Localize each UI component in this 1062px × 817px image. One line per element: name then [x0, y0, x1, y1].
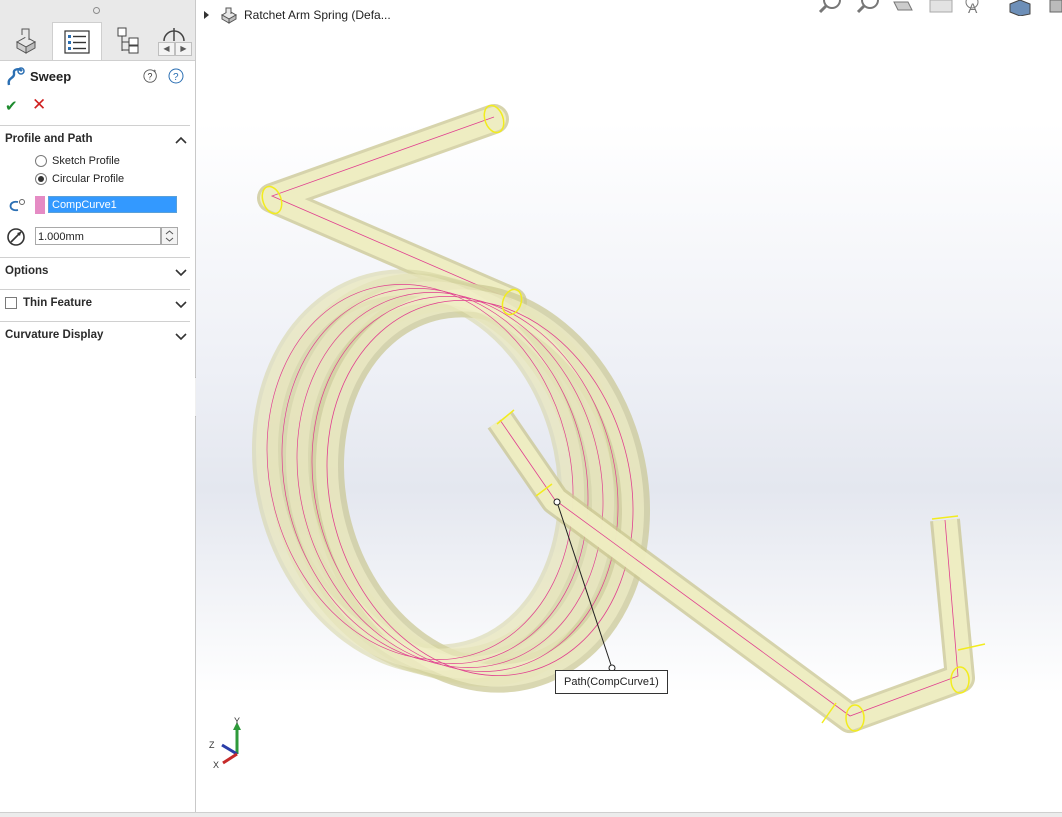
view-orientation-icon[interactable]: A [965, 0, 979, 16]
triad-x-label: X [213, 760, 220, 770]
triad-y-label: Y [234, 716, 241, 726]
part-icon [220, 7, 238, 24]
display-style-icon[interactable] [1009, 0, 1031, 16]
heads-up-view-toolbar: A [812, 0, 1062, 16]
zoom-to-area-icon[interactable] [856, 0, 879, 14]
zoom-to-fit-icon[interactable] [818, 0, 841, 14]
section-view-icon[interactable] [929, 0, 953, 13]
spring-coil[interactable] [226, 250, 674, 711]
model-name: Ratchet Arm Spring (Defa... [244, 8, 391, 22]
expand-arrow-icon[interactable] [203, 10, 211, 20]
hide-show-items-icon[interactable] [1049, 0, 1062, 13]
previous-view-icon[interactable] [893, 1, 913, 11]
feature-tree-flyout[interactable]: Ratchet Arm Spring (Defa... [203, 6, 391, 24]
coordinate-triad-icon [221, 722, 241, 765]
bottom-border-strip [0, 812, 1062, 817]
triad-z-label: Z [209, 740, 215, 750]
path-callout-label: Path(CompCurve1) [555, 670, 668, 694]
spring-model[interactable] [0, 0, 1062, 816]
